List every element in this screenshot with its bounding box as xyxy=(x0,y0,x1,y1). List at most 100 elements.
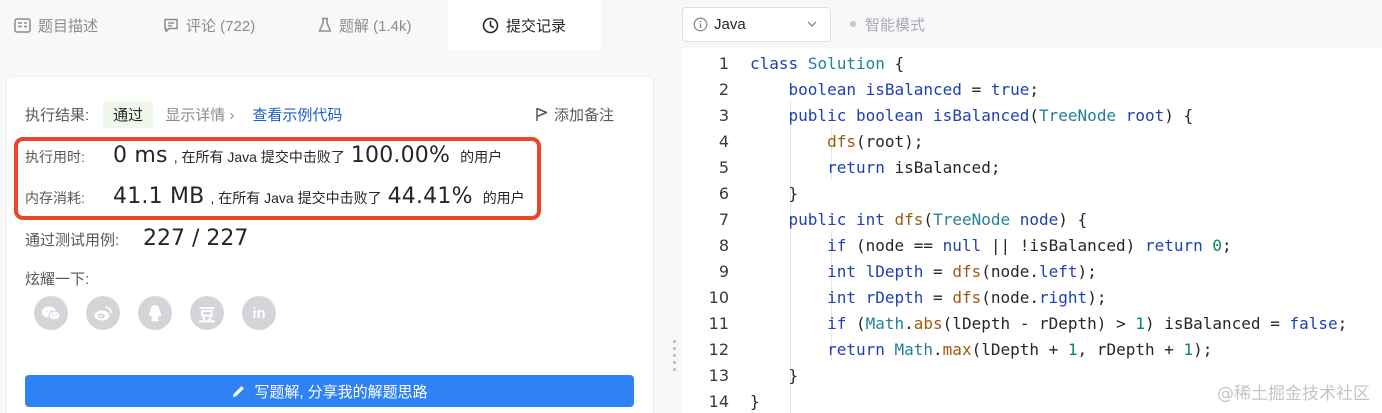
memory-text: , 在所有 Java 提交中击败了 xyxy=(210,190,382,206)
pencil-icon xyxy=(233,385,245,397)
runtime-suffix: 的用户 xyxy=(460,149,503,165)
drag-handle-icon[interactable] xyxy=(673,340,676,371)
write-solution-label: 写题解, 分享我的解题思路 xyxy=(254,383,428,401)
tab-comments[interactable]: 评论 (722) xyxy=(163,0,278,50)
code-text: if (node == null || !isBalanced) return … xyxy=(827,235,1232,255)
douban-icon[interactable]: 豆 xyxy=(190,296,224,330)
view-example-code-link[interactable]: 查看示例代码 xyxy=(252,104,342,125)
line-number: 14 xyxy=(708,391,729,411)
code-text: dfs(root); xyxy=(827,131,924,151)
linkedin-icon[interactable]: in xyxy=(242,296,276,330)
line-number: 5 xyxy=(718,157,729,177)
code-line: 4 dfs(root); xyxy=(682,128,1382,154)
tab-submissions[interactable]: 提交记录 xyxy=(448,0,601,50)
code-text: return Math.max(lDepth + 1, rDepth + 1); xyxy=(827,339,1213,359)
smart-mode-toggle[interactable]: 智能模式 xyxy=(850,14,925,34)
smart-mode-label: 智能模式 xyxy=(865,16,926,34)
tests-value: 227 / 227 xyxy=(143,226,249,251)
result-row: 执行结果: 通过 显示详情 › 查看示例代码 xyxy=(25,100,342,128)
info-icon xyxy=(693,17,708,32)
tab-label: 题目描述 xyxy=(38,17,99,35)
flask-icon xyxy=(318,17,332,32)
code-text: int rDepth = dfs(node.right); xyxy=(827,287,1107,307)
code-text: } xyxy=(750,391,760,411)
code-line: 5 return isBalanced; xyxy=(682,154,1382,180)
status-dot-icon xyxy=(850,21,856,27)
code-text: public boolean isBalanced(TreeNode root)… xyxy=(788,105,1194,125)
write-solution-button[interactable]: 写题解, 分享我的解题思路 xyxy=(25,375,634,407)
code-line: 1 class Solution { xyxy=(682,50,1382,76)
tab-label: 评论 (722) xyxy=(186,17,256,35)
line-number: 12 xyxy=(708,339,729,359)
code-text: if (Math.abs(lDepth - rDepth) > 1) isBal… xyxy=(827,313,1348,333)
wechat-icon[interactable] xyxy=(34,296,68,330)
code-text: class Solution { xyxy=(750,53,905,73)
flag-icon xyxy=(536,107,548,121)
line-number: 8 xyxy=(718,235,729,255)
qq-icon[interactable] xyxy=(138,296,172,330)
tests-row: 通过测试用例: 227 / 227 xyxy=(25,226,248,256)
share-icons: 豆 in xyxy=(34,296,276,330)
line-number: 3 xyxy=(718,105,729,125)
line-number: 1 xyxy=(718,53,729,73)
watermark: @稀土掘金技术社区 xyxy=(1217,384,1370,404)
chevron-down-icon xyxy=(807,21,817,27)
line-number: 10 xyxy=(708,287,729,307)
line-number: 9 xyxy=(718,261,729,281)
line-number: 6 xyxy=(718,183,729,203)
code-line: 12 return Math.max(lDepth + 1, rDepth + … xyxy=(682,336,1382,362)
code-line: 10 int rDepth = dfs(node.right); xyxy=(682,284,1382,310)
editor-toolbar: Java 智能模式 xyxy=(682,0,1382,48)
weibo-icon[interactable] xyxy=(86,296,120,330)
code-text: int lDepth = dfs(node.left); xyxy=(827,261,1097,281)
clock-icon xyxy=(482,17,499,33)
runtime-percent: 100.00% xyxy=(350,143,451,168)
line-number: 13 xyxy=(708,365,729,385)
memory-value: 41.1 MB xyxy=(113,184,205,209)
runtime-value: 0 ms xyxy=(113,143,168,168)
add-note-label: 添加备注 xyxy=(554,106,615,124)
code-line: 11 if (Math.abs(lDepth - rDepth) > 1) is… xyxy=(682,310,1382,336)
left-panel: 题目描述 评论 (722) 题解 (1.4k) 提交记录 执行结果: 通过 显示… xyxy=(0,0,668,413)
code-line: 8 if (node == null || !isBalanced) retur… xyxy=(682,232,1382,258)
runtime-row: 执行用时: 0 ms , 在所有 Java 提交中击败了 100.00% 的用户 xyxy=(25,143,508,173)
code-line: 6 } xyxy=(682,180,1382,206)
tab-label: 提交记录 xyxy=(506,17,567,35)
memory-percent: 44.41% xyxy=(387,184,473,209)
language-select[interactable]: Java xyxy=(682,7,831,42)
editor-panel: Java 智能模式 1 class Solution { 2 boolean i… xyxy=(682,0,1382,413)
tests-label: 通过测试用例: xyxy=(25,232,120,249)
code-text: } xyxy=(750,365,799,385)
line-number: 7 xyxy=(718,209,729,229)
status-badge: 通过 xyxy=(103,100,154,128)
code-text: public int dfs(TreeNode node) { xyxy=(788,209,1088,229)
tab-solutions[interactable]: 题解 (1.4k) xyxy=(318,0,428,50)
code-text: boolean isBalanced = true; xyxy=(788,79,1040,99)
tab-description[interactable]: 题目描述 xyxy=(14,0,124,50)
memory-row: 内存消耗: 41.1 MB , 在所有 Java 提交中击败了 44.41% 的… xyxy=(25,184,531,214)
code-text: return isBalanced; xyxy=(827,157,1001,177)
add-note-button[interactable]: 添加备注 xyxy=(535,100,614,128)
code-line: 7 public int dfs(TreeNode node) { xyxy=(682,206,1382,232)
result-label: 执行结果: xyxy=(25,106,90,124)
code-editor[interactable]: 1 class Solution { 2 boolean isBalanced … xyxy=(682,48,1382,413)
show-details-link[interactable]: 显示详情 › xyxy=(165,104,234,125)
line-number: 4 xyxy=(718,131,729,151)
tab-label: 题解 (1.4k) xyxy=(339,17,412,35)
code-line: 3 public boolean isBalanced(TreeNode roo… xyxy=(682,102,1382,128)
runtime-text: , 在所有 Java 提交中击败了 xyxy=(173,149,345,165)
code-line: 2 boolean isBalanced = true; xyxy=(682,76,1382,102)
tab-bar: 题目描述 评论 (722) 题解 (1.4k) 提交记录 xyxy=(0,0,668,50)
memory-label: 内存消耗: xyxy=(25,190,85,206)
panel-splitter[interactable] xyxy=(668,0,682,413)
line-number: 11 xyxy=(708,313,729,333)
code-line: 9 int lDepth = dfs(node.left); xyxy=(682,258,1382,284)
language-value: Java xyxy=(714,16,746,33)
comment-icon xyxy=(164,18,178,32)
code-text: } xyxy=(750,183,799,203)
memory-suffix: 的用户 xyxy=(482,190,525,206)
runtime-label: 执行用时: xyxy=(25,149,85,165)
description-icon xyxy=(14,17,31,33)
share-label: 炫耀一下: xyxy=(25,271,90,288)
line-number: 2 xyxy=(718,79,729,99)
